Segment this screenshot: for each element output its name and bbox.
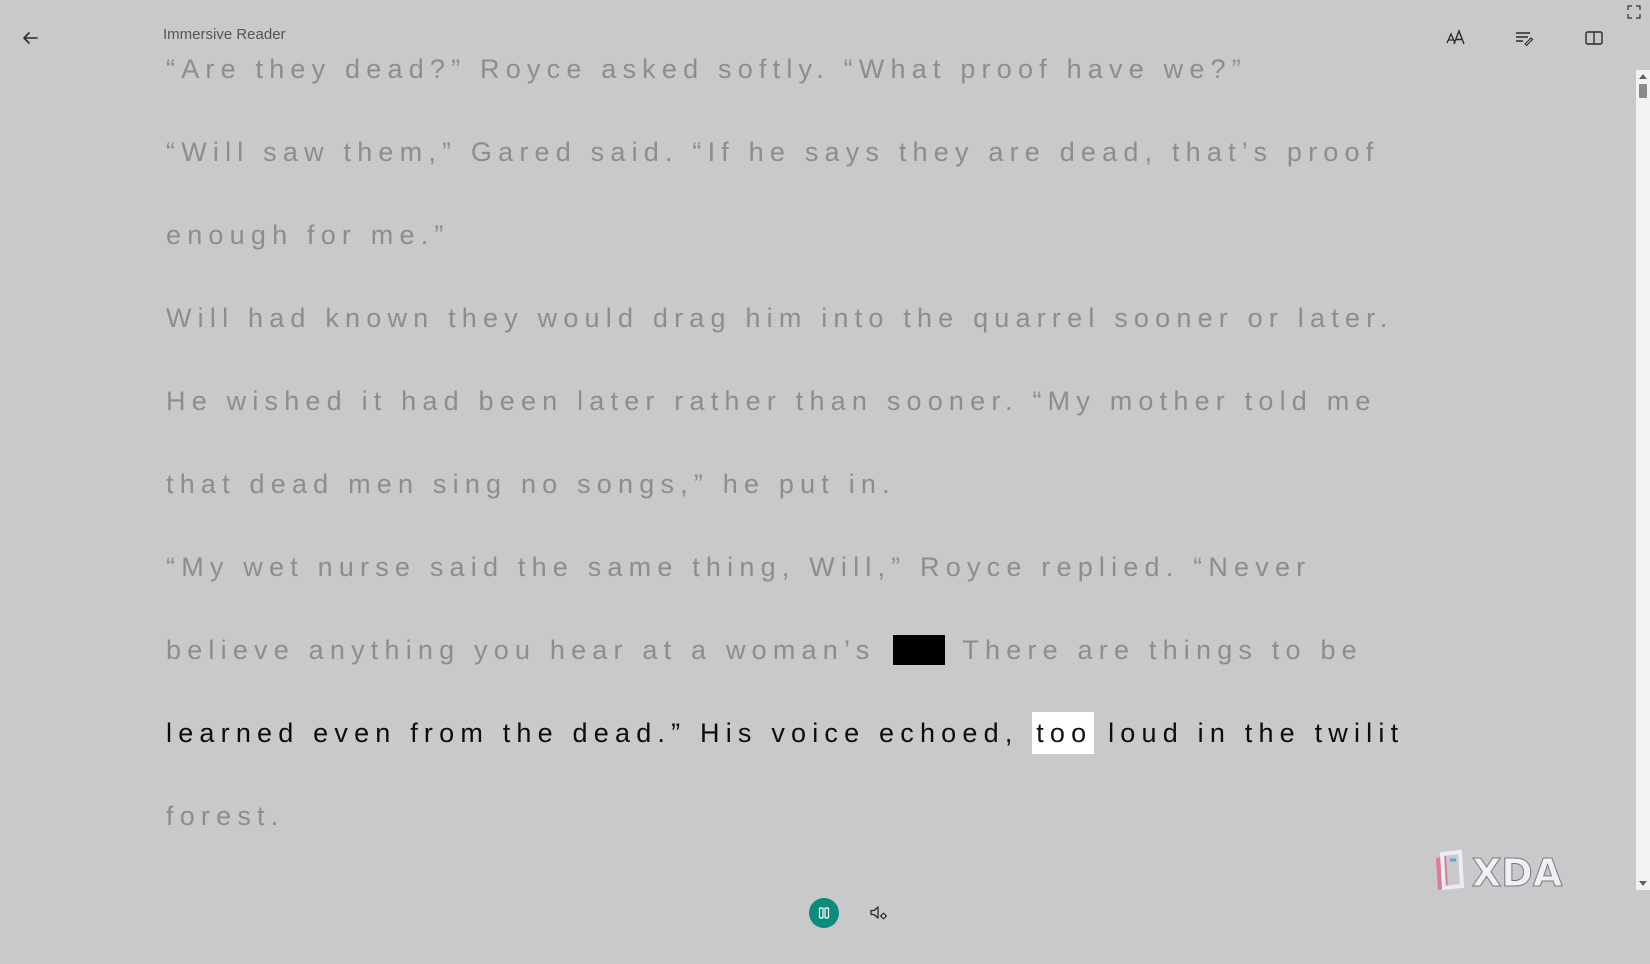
scroll-down-arrow-icon[interactable]	[1639, 881, 1647, 886]
voice-settings-icon	[870, 906, 887, 920]
vertical-scrollbar[interactable]	[1636, 70, 1650, 890]
text-line: “Are they dead?” Royce asked softly. “Wh…	[166, 54, 1247, 84]
text-segment: loud in the twilit	[1108, 718, 1405, 748]
immersive-reader-window: Immersive Reader “Are they dead?” Royce …	[0, 0, 1650, 964]
scroll-thumb[interactable]	[1639, 84, 1647, 98]
play-pause-button[interactable]	[809, 898, 839, 928]
text-line: forest.	[166, 801, 285, 831]
reading-preferences-button[interactable]	[1578, 22, 1610, 54]
arrow-left-icon	[23, 32, 38, 44]
fullscreen-button[interactable]	[1624, 2, 1644, 22]
pause-icon	[818, 907, 830, 919]
text-line: He wished it had been later rather than …	[166, 386, 1377, 416]
grammar-options-icon	[1516, 32, 1534, 47]
reading-preferences-icon	[1585, 31, 1603, 45]
active-text-line: learned even from the dead.” His voice e…	[166, 712, 1405, 754]
text-segment: There are things to be	[962, 635, 1363, 665]
reading-content: “Are they dead?” Royce asked softly. “Wh…	[166, 38, 1456, 858]
text-segment: believe anything you hear at a woman’s	[166, 635, 876, 665]
scroll-up-arrow-icon[interactable]	[1639, 74, 1647, 79]
back-button[interactable]	[14, 22, 46, 54]
current-word-highlight[interactable]: too	[1032, 712, 1095, 754]
text-segment: learned even from the dead.” His voice e…	[166, 718, 1019, 748]
text-line: enough for me.”	[166, 220, 450, 250]
text-line: that dead men sing no songs,” he put in.	[166, 469, 896, 499]
redaction-block	[893, 635, 946, 665]
xda-watermark-logo: XDA	[1428, 848, 1592, 898]
text-line-redacted: believe anything you hear at a woman’s T…	[166, 635, 1363, 666]
grammar-options-button[interactable]	[1508, 22, 1540, 54]
text-line: Will had known they would drag him into …	[166, 303, 1394, 333]
voice-settings-button[interactable]	[864, 898, 894, 928]
text-line: “Will saw them,” Gared said. “If he says…	[166, 137, 1380, 167]
text-line: “My wet nurse said the same thing, Will,…	[166, 552, 1312, 582]
svg-text:XDA: XDA	[1472, 851, 1563, 895]
fullscreen-icon	[1627, 5, 1641, 19]
